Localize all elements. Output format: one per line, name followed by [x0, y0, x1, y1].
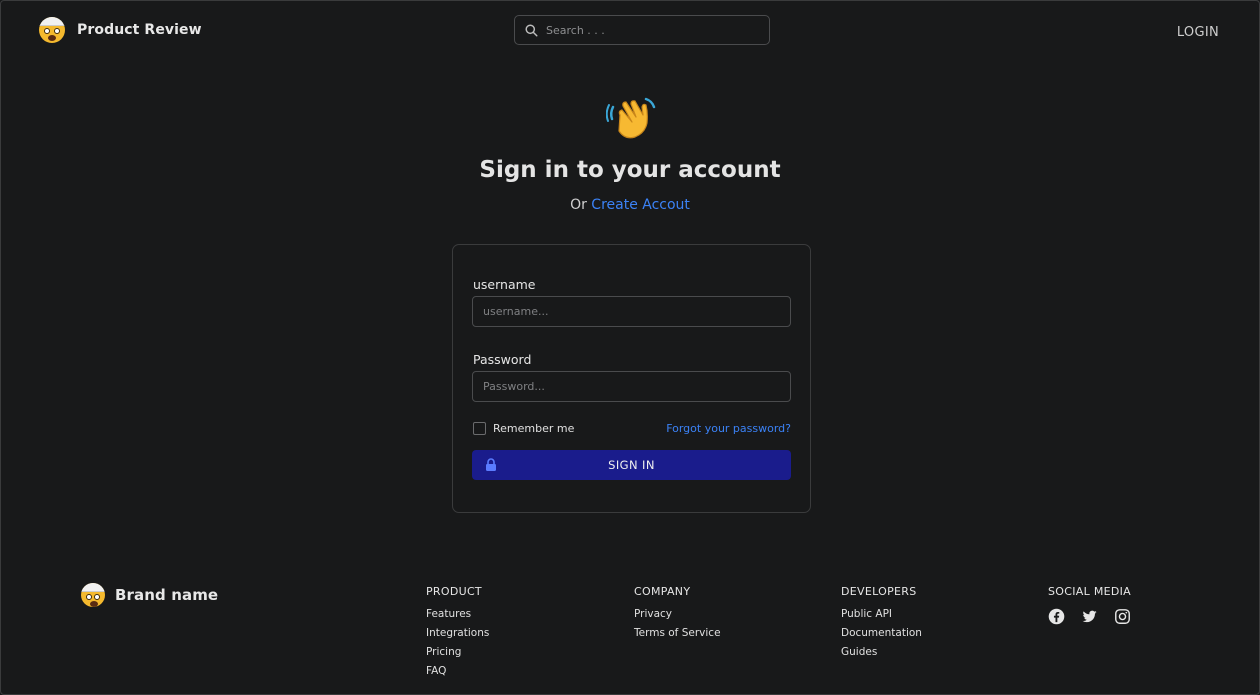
- twitter-icon[interactable]: [1081, 608, 1098, 625]
- search-box[interactable]: [514, 15, 770, 45]
- social-links: [1048, 608, 1131, 625]
- password-input[interactable]: [472, 371, 791, 402]
- waving-hand-icon: [606, 97, 656, 139]
- footer-column-company: COMPANY Privacy Terms of Service: [634, 585, 721, 646]
- username-input[interactable]: [472, 296, 791, 327]
- brand-name: Product Review: [77, 22, 202, 38]
- signin-button-label: SIGN IN: [608, 458, 655, 472]
- instagram-icon[interactable]: [1114, 608, 1131, 625]
- remember-me-checkbox[interactable]: [473, 422, 486, 435]
- username-label: username: [473, 277, 536, 292]
- forgot-password-link[interactable]: Forgot your password?: [666, 422, 791, 435]
- page-title: Sign in to your account: [479, 157, 781, 183]
- lock-icon: [486, 458, 496, 471]
- footer-link-integrations[interactable]: Integrations: [426, 627, 489, 639]
- signin-button[interactable]: SIGN IN: [472, 450, 791, 480]
- footer-column-heading: COMPANY: [634, 585, 691, 598]
- footer-link-documentation[interactable]: Documentation: [841, 627, 922, 639]
- create-account-link[interactable]: Create Accout: [591, 197, 690, 213]
- footer-brand[interactable]: Brand name: [81, 583, 218, 607]
- footer-column-heading: DEVELOPERS: [841, 585, 917, 598]
- subtitle: Or Create Accout: [1, 197, 1259, 213]
- subtitle-prefix: Or: [570, 197, 587, 213]
- footer-link-terms[interactable]: Terms of Service: [634, 627, 721, 639]
- footer-column-heading: PRODUCT: [426, 585, 482, 598]
- remember-me: Remember me: [473, 422, 574, 435]
- login-link[interactable]: LOGIN: [1177, 25, 1219, 40]
- footer-link-pricing[interactable]: Pricing: [426, 646, 489, 658]
- shocked-face-icon: [81, 583, 105, 607]
- brand-logo-link[interactable]: Product Review: [39, 17, 202, 43]
- search-input[interactable]: [546, 23, 746, 37]
- app-window: Product Review LOGIN Sign in to your acc…: [0, 0, 1260, 695]
- search-icon: [525, 23, 538, 37]
- footer-brand-name: Brand name: [115, 586, 219, 604]
- footer-column-social: SOCIAL MEDIA: [1048, 585, 1131, 625]
- footer-column-product: PRODUCT Features Integrations Pricing FA…: [426, 585, 489, 684]
- shocked-face-icon: [39, 17, 65, 43]
- signin-card: username Password Remember me Forgot you…: [452, 244, 811, 513]
- footer-link-faq[interactable]: FAQ: [426, 665, 489, 677]
- remember-me-label: Remember me: [493, 422, 575, 435]
- footer-column-developers: DEVELOPERS Public API Documentation Guid…: [841, 585, 922, 665]
- facebook-icon[interactable]: [1048, 608, 1065, 625]
- footer-column-heading: SOCIAL MEDIA: [1048, 585, 1131, 598]
- top-nav: Product Review LOGIN: [1, 1, 1259, 61]
- footer-link-guides[interactable]: Guides: [841, 646, 922, 658]
- footer-link-features[interactable]: Features: [426, 608, 489, 620]
- footer-link-privacy[interactable]: Privacy: [634, 608, 721, 620]
- footer-link-public-api[interactable]: Public API: [841, 608, 922, 620]
- password-label: Password: [473, 352, 532, 367]
